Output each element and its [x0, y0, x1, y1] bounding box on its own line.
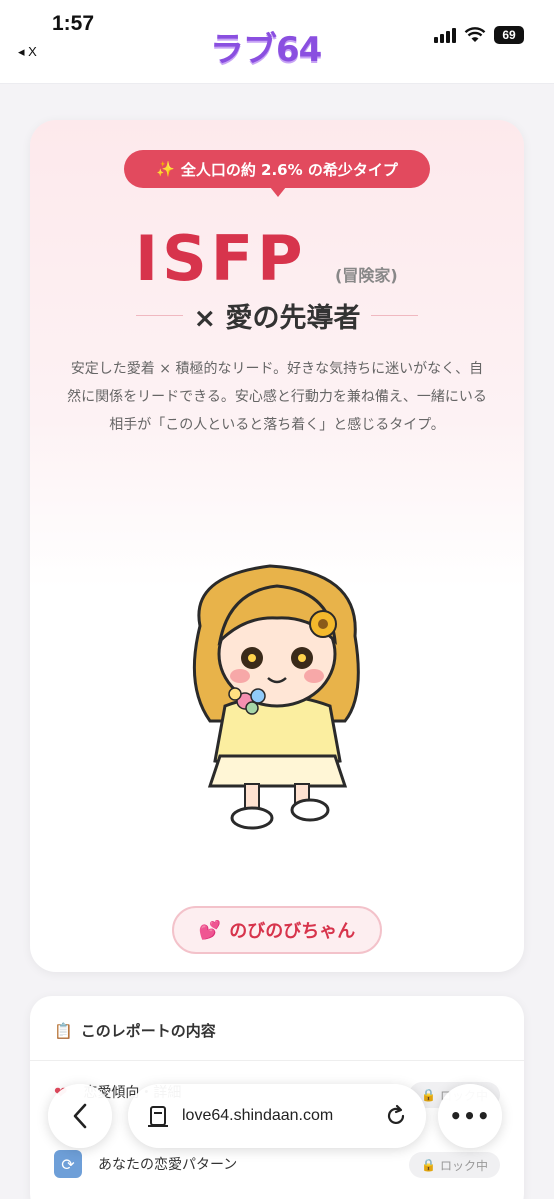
tabs-icon: [148, 1106, 168, 1127]
type-subtitle: × 愛の先導者: [193, 303, 361, 334]
type-description: 安定した愛着 × 積極的なリード。好きな気持ちに迷いがなく、自然に関係をリードで…: [67, 361, 487, 433]
chevron-left-icon: [73, 1103, 87, 1129]
report-title-text: このレポートの内容: [80, 1022, 216, 1040]
reload-icon[interactable]: [384, 1104, 408, 1128]
type-subtitle-row: × 愛の先導者: [136, 296, 418, 335]
wifi-icon: [464, 27, 486, 42]
rarity-badge: ✨ 全人口の約 2.6% の希少タイプ: [124, 150, 430, 197]
character-illustration: [192, 564, 360, 830]
back-to-app-button[interactable]: ◂ X: [18, 44, 37, 60]
lock-badge: 🔒 ロック中: [409, 1152, 500, 1178]
report-item-label: あなたの恋愛パターン: [98, 1157, 238, 1173]
address-bar[interactable]: love64.shindaan.com: [128, 1084, 426, 1148]
browser-back-button[interactable]: [48, 1084, 112, 1148]
more-options-button[interactable]: •••: [438, 1084, 502, 1148]
clipboard-icon: 📋: [54, 1021, 73, 1040]
divider-left: [136, 315, 184, 316]
hearts-icon: 💕: [198, 919, 222, 941]
report-divider: [30, 1060, 524, 1061]
clock: 1:57: [52, 12, 95, 35]
nickname-text: のびのびちゃん: [229, 921, 356, 942]
report-title: 📋 このレポートの内容: [54, 1020, 216, 1041]
battery-icon: 69: [494, 26, 524, 44]
sparkle-icon: ✨: [156, 160, 175, 178]
url-text: love64.shindaan.com: [182, 1107, 334, 1124]
nickname-badge: 💕 のびのびちゃん: [172, 906, 382, 954]
status-icons: 69: [434, 26, 524, 44]
refresh-icon: ⟳: [54, 1150, 82, 1178]
app-logo[interactable]: ラブ64: [210, 22, 322, 71]
personality-type-name: (冒険家): [335, 266, 398, 285]
status-bar: 1:57 ◂ X ラブ64 69: [0, 0, 554, 84]
personality-type-code: ISFP: [135, 222, 307, 295]
report-item-pattern[interactable]: ⟳ あなたの恋愛パターン: [54, 1150, 237, 1178]
lock-icon: 🔒: [421, 1158, 436, 1172]
divider-right: [370, 315, 418, 316]
lock-status-text: ロック中: [439, 1158, 488, 1173]
lock-icon: 🔒: [421, 1088, 436, 1102]
rarity-text: 全人口の約 2.6% の希少タイプ: [180, 160, 398, 179]
cellular-signal-icon: [434, 27, 456, 43]
more-icon: •••: [449, 1104, 491, 1128]
